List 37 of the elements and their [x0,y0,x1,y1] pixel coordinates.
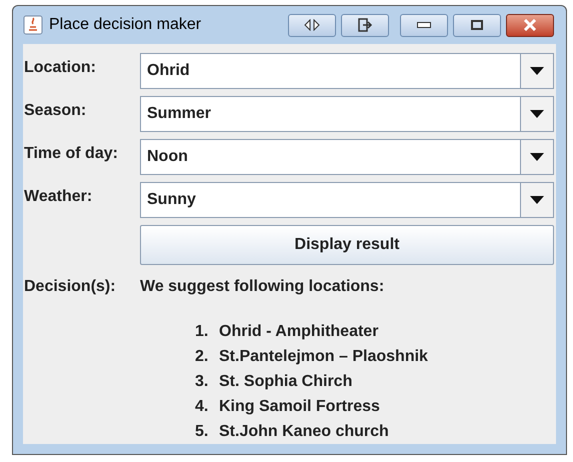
list-number: 4. [195,397,210,417]
close-button[interactable] [506,14,554,36]
dropdown[interactable]: Sunny [140,182,554,218]
close-icon [523,19,537,31]
decision-label: Decision(s): [23,277,117,297]
location-item: St.Pantelejmon – Plaoshnik [219,347,428,367]
window-title: Place decision maker [49,15,202,35]
arrows-button[interactable] [288,14,336,36]
dropdown[interactable]: Summer [140,96,554,132]
export-button[interactable] [341,14,389,36]
dropdown-arrow-icon [530,196,544,204]
list-number: 2. [195,347,210,367]
field-label: Weather: [23,187,94,207]
left-right-arrows-icon [303,19,321,31]
minimize-icon [417,22,431,28]
display-result-button[interactable]: Display result [140,225,554,265]
dropdown-arrow-icon [530,110,544,118]
list-number: 5. [195,422,210,442]
field-label: Time of day: [23,144,119,164]
document-arrow-icon [357,18,373,32]
maximize-icon [471,20,483,30]
minimize-button[interactable] [400,14,448,36]
dropdown-arrow-icon [530,67,544,75]
dropdown-arrow-icon [530,153,544,161]
location-item: St.John Kaneo church [219,422,389,442]
location-item: Ohrid - Amphitheater [219,322,378,342]
dropdown[interactable]: Ohrid [140,53,554,89]
app-icon [23,15,43,35]
result-heading: We suggest following locations: [140,277,384,297]
list-number: 1. [195,322,210,342]
location-item: King Samoil Fortress [219,397,380,417]
field-label: Season: [23,101,88,121]
location-item: St. Sophia Chirch [219,372,352,392]
maximize-button[interactable] [453,14,501,36]
dropdown[interactable]: Noon [140,139,554,175]
list-number: 3. [195,372,210,392]
field-label: Location: [23,58,97,78]
